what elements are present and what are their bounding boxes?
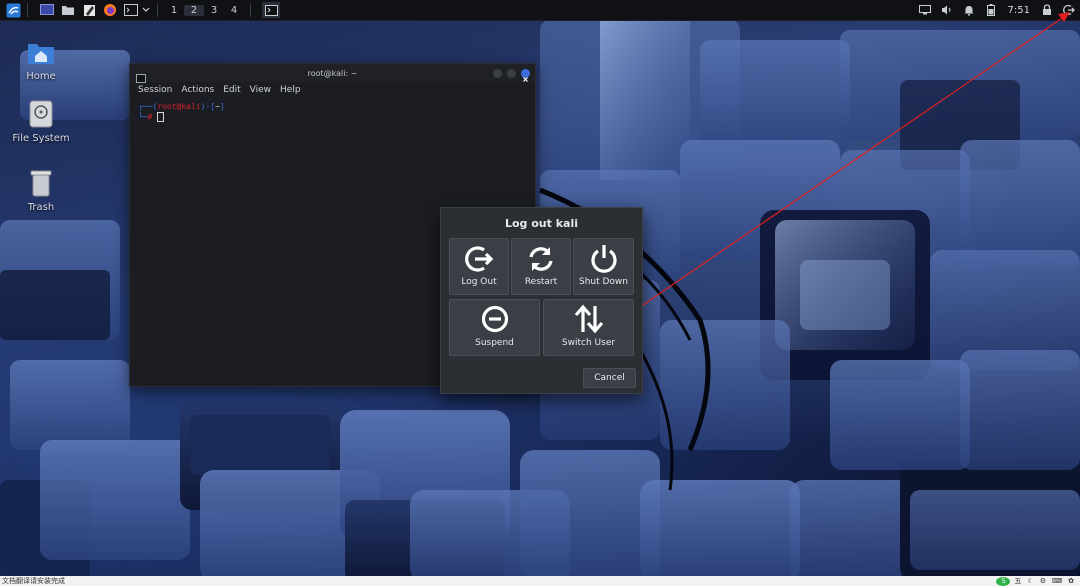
power-icon — [574, 239, 633, 273]
minimize-button[interactable] — [493, 69, 502, 78]
desktop-screen: 1 2 3 4 7:51 Home File System Trash root… — [0, 0, 1080, 586]
logout-icon — [450, 239, 508, 273]
suspend-icon — [450, 300, 539, 334]
prompt-symbol: # — [147, 112, 153, 122]
switch-user-button[interactable]: Switch User — [543, 299, 634, 356]
firefox-icon[interactable] — [102, 3, 118, 17]
cancel-button[interactable]: Cancel — [583, 368, 636, 388]
logout-icon[interactable] — [1058, 0, 1080, 20]
switch-user-label: Switch User — [561, 338, 616, 348]
ime-skin-icon[interactable]: ✿ — [1068, 577, 1074, 585]
terminal-task-icon[interactable] — [262, 2, 280, 18]
status-text: 文档翻译请安装完成 — [2, 577, 65, 585]
restart-button[interactable]: Restart — [511, 238, 571, 295]
terminal-cursor — [157, 112, 165, 122]
switch-user-icon — [544, 300, 633, 334]
close-button[interactable] — [521, 69, 530, 82]
workspace-3[interactable]: 3 — [204, 5, 224, 16]
drive-icon — [26, 99, 56, 129]
terminal-title: root@kali: ~ — [307, 68, 358, 78]
chevron-down-icon[interactable] — [141, 3, 151, 17]
top-panel: 1 2 3 4 7:51 — [0, 0, 1080, 21]
restart-icon — [512, 239, 570, 273]
workspace-1[interactable]: 1 — [164, 5, 184, 16]
log-out-button[interactable]: Log Out — [449, 238, 509, 295]
home-folder-icon — [26, 37, 56, 67]
system-tray: 7:51 — [914, 0, 1080, 20]
shut-down-label: Shut Down — [578, 277, 628, 287]
bottom-status-strip: 文档翻译请安装完成 S 五 ☾ ⚙ ⌨ ✿ — [0, 576, 1080, 586]
terminal-menubar: Session Actions Edit View Help — [130, 82, 535, 98]
suspend-button[interactable]: Suspend — [449, 299, 540, 356]
text-editor-icon[interactable] — [81, 3, 97, 17]
terminal-titlebar[interactable]: root@kali: ~ — [130, 64, 535, 83]
menu-edit[interactable]: Edit — [223, 85, 240, 95]
workspace-2[interactable]: 2 — [184, 4, 204, 16]
lock-icon[interactable] — [1036, 0, 1058, 20]
shut-down-button[interactable]: Shut Down — [573, 238, 634, 295]
ime-settings-icon[interactable]: ⚙ — [1040, 577, 1046, 585]
ime-mode-label[interactable]: 五 — [1014, 576, 1021, 586]
panel-separator — [250, 3, 251, 17]
terminal-icon[interactable] — [123, 3, 139, 17]
restart-label: Restart — [524, 277, 558, 287]
logout-dialog: Log out kali Log Out Restart Shut Down S… — [440, 207, 643, 394]
desktop-item-label: Trash — [27, 202, 55, 213]
desktop-item-label: File System — [12, 133, 70, 144]
close-icon — [523, 77, 528, 82]
folder-icon[interactable] — [60, 3, 76, 17]
suspend-label: Suspend — [475, 338, 514, 348]
dialog-title: Log out kali — [504, 217, 579, 230]
desktop-icon[interactable] — [39, 3, 55, 17]
panel-separator — [157, 3, 158, 17]
sogou-ime-icon[interactable]: S — [996, 576, 1011, 586]
desktop-item-label: Home — [26, 71, 56, 82]
menu-help[interactable]: Help — [280, 85, 301, 95]
display-icon[interactable] — [914, 0, 936, 20]
menu-actions[interactable]: Actions — [181, 85, 214, 95]
log-out-label: Log Out — [461, 277, 497, 287]
panel-separator — [27, 3, 28, 17]
battery-icon[interactable] — [980, 0, 1002, 20]
prompt-line-1: ┌──(root@kali)-[~] — [138, 102, 225, 111]
menu-view[interactable]: View — [250, 85, 271, 95]
bell-icon[interactable] — [958, 0, 980, 20]
maximize-button[interactable] — [507, 69, 516, 78]
kali-menu-icon[interactable] — [5, 3, 21, 17]
desktop-item-file-system[interactable]: File System — [6, 99, 76, 144]
prompt-user: root@kali — [157, 102, 201, 111]
ime-toolbar: S 五 ☾ ⚙ ⌨ ✿ — [996, 576, 1080, 586]
desktop-item-home[interactable]: Home — [6, 37, 76, 82]
desktop-item-trash[interactable]: Trash — [6, 168, 76, 213]
workspace-4[interactable]: 4 — [224, 5, 244, 16]
prompt-line-2: └─# — [138, 112, 527, 123]
panel-clock[interactable]: 7:51 — [1002, 5, 1036, 16]
ime-keyboard-icon[interactable]: ⌨ — [1052, 577, 1062, 585]
terminal-output[interactable]: ┌──(root@kali)-[~] └─# — [130, 98, 535, 127]
trash-icon — [26, 168, 56, 198]
volume-icon[interactable] — [936, 0, 958, 20]
ime-moon-icon[interactable]: ☾ — [1027, 577, 1033, 585]
